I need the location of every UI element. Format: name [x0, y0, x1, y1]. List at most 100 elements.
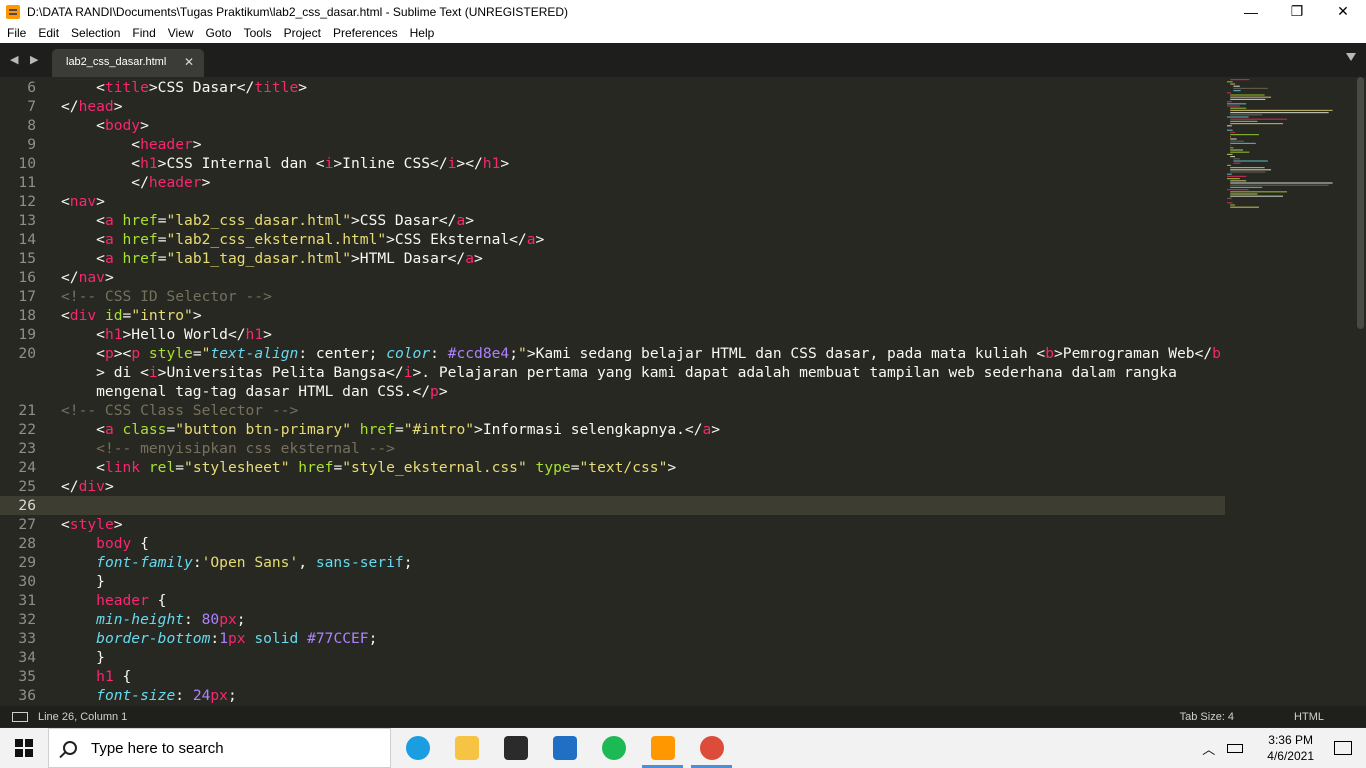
- code-line: </header>: [61, 174, 211, 191]
- minimap[interactable]: [1225, 77, 1355, 706]
- minimap-line: [1230, 142, 1256, 144]
- menu-tools[interactable]: Tools: [238, 26, 278, 40]
- edge-icon: [405, 736, 430, 760]
- minimap-line: [1227, 81, 1233, 83]
- minimap-line: [1233, 87, 1268, 89]
- windows-logo-icon: [15, 739, 33, 757]
- code-line: <!-- CSS Class Selector -->: [61, 402, 299, 419]
- line-number: 36: [18, 687, 36, 704]
- minimap-line: [1230, 136, 1231, 138]
- minimap-line: [1230, 98, 1266, 100]
- line-number: 28: [18, 535, 36, 552]
- file-explorer-icon: [454, 736, 479, 760]
- minimap-line: [1233, 90, 1241, 92]
- tab-nav-arrows-icon[interactable]: ◀ ▶: [10, 53, 42, 66]
- window-controls: — ❐ ✕: [1228, 0, 1366, 23]
- line-number: 30: [18, 573, 36, 590]
- line-number: 9: [27, 136, 36, 153]
- code-line: <header>: [61, 136, 202, 153]
- code-line: <a class="button btn-primary" href="#int…: [61, 421, 721, 438]
- close-button[interactable]: ✕: [1320, 0, 1366, 23]
- minimap-line: [1230, 156, 1235, 158]
- menu-file[interactable]: File: [0, 26, 32, 40]
- maximize-button[interactable]: ❐: [1274, 0, 1320, 23]
- spotify-taskbar-button[interactable]: [589, 728, 638, 768]
- start-button[interactable]: [0, 728, 48, 768]
- line-number: 16: [18, 269, 36, 286]
- code-line: <title>CSS Dasar</title>: [61, 79, 308, 96]
- minimap-line: [1227, 103, 1247, 105]
- code-line: </head>: [61, 98, 123, 115]
- minimap-line: [1230, 167, 1265, 169]
- minimap-line: [1230, 145, 1231, 147]
- minimap-line: [1233, 85, 1240, 87]
- code-line: header {: [96, 592, 167, 609]
- minimize-button[interactable]: —: [1228, 0, 1274, 23]
- code-line: <a href="lab2_css_eksternal.html">CSS Ek…: [61, 231, 545, 248]
- tab-close-icon[interactable]: ✕: [184, 49, 194, 75]
- edge-taskbar-button[interactable]: [393, 728, 442, 768]
- mail-taskbar-button[interactable]: [540, 728, 589, 768]
- minimap-line: [1230, 182, 1333, 184]
- menu-edit[interactable]: Edit: [32, 26, 65, 40]
- file-explorer-taskbar-button[interactable]: [442, 728, 491, 768]
- menu-help[interactable]: Help: [404, 26, 441, 40]
- code-line: <body>: [61, 117, 149, 134]
- minimap-line: [1230, 151, 1250, 153]
- minimap-line: [1230, 169, 1271, 171]
- menu-project[interactable]: Project: [278, 26, 327, 40]
- code-line: font-family:'Open Sans', sans-serif;: [96, 554, 413, 571]
- minimap-line: [1227, 197, 1232, 199]
- store-icon: [503, 736, 528, 760]
- menu-find[interactable]: Find: [126, 26, 161, 40]
- minimap-line: [1230, 204, 1235, 206]
- minimap-line: [1227, 125, 1232, 127]
- battery-icon[interactable]: [1227, 743, 1244, 753]
- tab-dropdown-icon[interactable]: [1346, 53, 1356, 61]
- line-number: 32: [18, 611, 36, 628]
- line-number: 24: [18, 459, 36, 476]
- panel-toggle-icon[interactable]: [12, 711, 28, 722]
- syntax-mode[interactable]: HTML: [1294, 711, 1324, 723]
- menu-selection[interactable]: Selection: [65, 26, 126, 40]
- minimap-line: [1227, 101, 1232, 103]
- scrollbar-thumb[interactable]: [1357, 77, 1364, 329]
- clock-date: 4/6/2021: [1267, 749, 1314, 763]
- taskbar-search[interactable]: Type here to search: [48, 728, 391, 768]
- line-number: 33: [18, 630, 36, 647]
- code-line: <style>: [61, 516, 123, 533]
- minimap-line: [1230, 131, 1235, 133]
- minimap-line: [1227, 202, 1233, 204]
- minimap-line: [1230, 112, 1329, 114]
- code-line: </nav>: [61, 269, 114, 286]
- code-line: <h1>Hello World</h1>: [61, 326, 272, 343]
- code-line: min-height: 80px;: [96, 611, 246, 628]
- menu-view[interactable]: View: [162, 26, 200, 40]
- line-number: 27: [18, 516, 36, 533]
- window-title: D:\DATA RANDI\Documents\Tugas Praktikum\…: [27, 4, 569, 19]
- sublime-text-taskbar-button[interactable]: [638, 728, 687, 768]
- notifications-icon[interactable]: [1334, 741, 1352, 755]
- minimap-line: [1233, 160, 1268, 162]
- chrome-taskbar-button[interactable]: [687, 728, 736, 768]
- line-number: 22: [18, 421, 36, 438]
- clock[interactable]: 3:36 PM 4/6/2021: [1267, 732, 1314, 764]
- search-icon: [63, 741, 77, 755]
- line-number: 23: [18, 440, 36, 457]
- code-line: <nav>: [61, 193, 105, 210]
- store-taskbar-button[interactable]: [491, 728, 540, 768]
- code-line: <!-- CSS ID Selector -->: [61, 288, 272, 305]
- chevron-up-icon[interactable]: ︿: [1202, 739, 1215, 758]
- tab-size[interactable]: Tab Size: 4: [1180, 711, 1234, 723]
- minimap-line: [1230, 180, 1247, 182]
- code-editor[interactable]: 6 <title>CSS Dasar</title> 7 </head> 8 <bod…: [0, 77, 1366, 706]
- tab-lab2-css-dasar[interactable]: lab2_css_dasar.html ✕: [52, 49, 204, 77]
- tab-bar: ◀ ▶ lab2_css_dasar.html ✕: [0, 43, 1366, 77]
- line-number: 34: [18, 649, 36, 666]
- minimap-line: [1227, 173, 1232, 175]
- minimap-line: [1227, 153, 1233, 155]
- line-number: 12: [18, 193, 36, 210]
- menu-preferences[interactable]: Preferences: [327, 26, 404, 40]
- vertical-scrollbar[interactable]: [1355, 77, 1366, 706]
- menu-goto[interactable]: Goto: [200, 26, 238, 40]
